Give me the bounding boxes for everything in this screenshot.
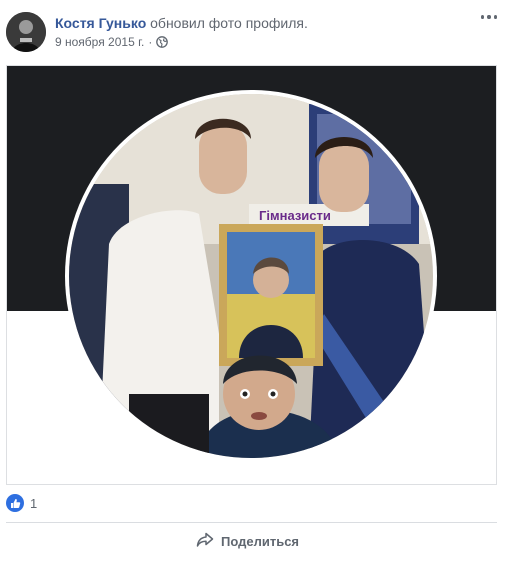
post-meta: 9 ноября 2015 г. ·	[55, 35, 169, 49]
author-name-link[interactable]: Костя Гунько	[55, 15, 146, 31]
more-options-icon[interactable]	[481, 14, 497, 20]
profile-photo-post[interactable]: Гімназисти	[6, 65, 497, 485]
meta-separator: ·	[148, 35, 153, 49]
like-icon	[6, 494, 24, 512]
reactions-summary[interactable]: 1	[6, 494, 37, 512]
like-count[interactable]: 1	[30, 496, 37, 511]
share-label: Поделиться	[221, 534, 300, 549]
profile-picture-ring: Гімназисти	[65, 90, 437, 462]
author-line: Костя Гунько обновил фото профиля.	[55, 15, 308, 31]
share-button[interactable]: Поделиться	[196, 532, 299, 551]
profile-picture[interactable]: Гімназисти	[69, 94, 433, 458]
author-avatar[interactable]	[6, 12, 46, 52]
actions-divider	[6, 522, 497, 523]
share-arrow-icon	[196, 532, 214, 551]
post-action-text: обновил фото профиля.	[150, 15, 308, 31]
globe-icon[interactable]	[156, 36, 169, 48]
sign-text: Гімназисти	[259, 208, 331, 223]
post-date-link[interactable]: 9 ноября 2015 г.	[55, 35, 144, 49]
post-header: Костя Гунько обновил фото профиля. 9 ноя…	[0, 0, 507, 58]
